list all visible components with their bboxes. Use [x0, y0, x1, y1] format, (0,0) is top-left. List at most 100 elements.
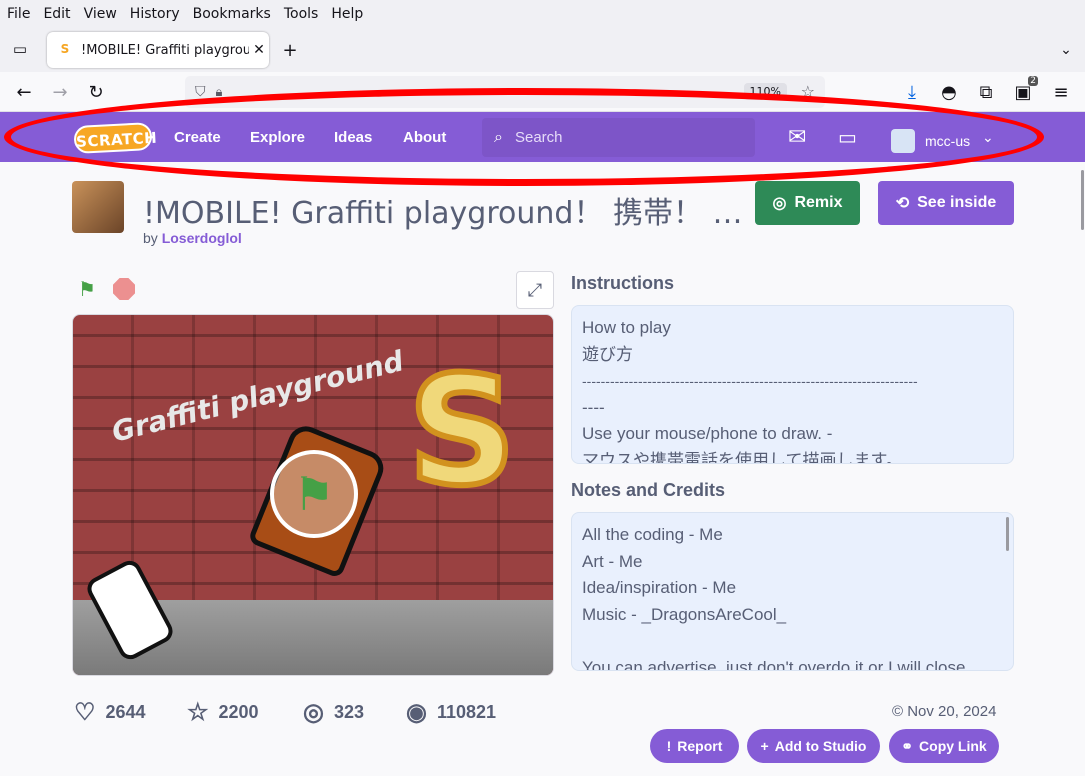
my-stuff-folder-icon[interactable]: ▭: [838, 125, 857, 150]
instructions-line: Use your mouse/phone to draw. -: [582, 424, 833, 443]
menu-bookmarks[interactable]: Bookmarks: [186, 6, 277, 22]
list-tabs-chevron-icon[interactable]: ⌄: [1054, 38, 1078, 62]
forward-icon[interactable]: →: [48, 80, 72, 104]
instructions-line: ----: [582, 397, 605, 417]
nav-create[interactable]: Create: [174, 129, 221, 146]
app-menu-icon[interactable]: ≡: [1049, 80, 1073, 104]
menu-history[interactable]: History: [123, 6, 186, 22]
search-placeholder: Search: [514, 129, 563, 146]
user-avatar[interactable]: [891, 129, 915, 153]
menu-file[interactable]: File: [0, 6, 36, 22]
see-inside-label: See inside: [917, 194, 997, 211]
link-icon: ⚭: [901, 737, 914, 754]
close-tab-icon[interactable]: ✕: [249, 42, 269, 58]
heart-icon: ♡: [74, 699, 96, 726]
remix-icon: ◎: [772, 195, 787, 212]
browser-menubar: File Edit View History Bookmarks Tools H…: [0, 0, 1085, 28]
download-icon[interactable]: ⤓: [900, 80, 924, 104]
nav-ideas[interactable]: Ideas: [334, 129, 372, 146]
nav-explore[interactable]: Explore: [250, 129, 305, 146]
copy-link-button[interactable]: ⚭ Copy Link: [889, 729, 999, 763]
reload-icon[interactable]: ↻: [84, 80, 108, 104]
scratch-logo[interactable]: SCRATCH: [73, 121, 158, 155]
extensions-puzzle-icon[interactable]: ⧉: [974, 80, 998, 104]
see-inside-button[interactable]: ⟲ See inside: [878, 181, 1014, 225]
new-tab-icon[interactable]: +: [278, 38, 302, 62]
bookmark-star-icon[interactable]: ☆: [801, 82, 815, 101]
extension-icon[interactable]: ◓: [937, 80, 961, 104]
byline: by Loserdoglol: [143, 230, 242, 246]
eye-icon: ◉: [406, 699, 427, 726]
page-scrollbar[interactable]: [1081, 170, 1084, 230]
green-flag-icon[interactable]: ⚑: [78, 277, 100, 301]
menu-edit[interactable]: Edit: [36, 6, 76, 22]
notes-scrollbar[interactable]: [1006, 517, 1009, 551]
report-icon: !: [666, 738, 672, 754]
instructions-line: 遊び方: [582, 344, 633, 364]
messages-envelope-icon[interactable]: ✉: [788, 124, 806, 150]
remix-swirl-icon: ◎: [303, 699, 324, 726]
project-title: !MOBILE! Graffiti playground！ 携帯！ …: [143, 196, 743, 231]
add-to-studio-button[interactable]: + Add to Studio: [747, 729, 880, 763]
report-button[interactable]: ! Report: [650, 729, 739, 763]
loves-stat[interactable]: ♡ 2644: [74, 698, 146, 727]
notes-line: You can advertise, just don't overdo it …: [582, 657, 966, 671]
copy-link-label: Copy Link: [919, 738, 987, 754]
scratch-favicon-icon: S: [60, 42, 70, 56]
nav-about[interactable]: About: [403, 129, 446, 146]
notification-badge: 2: [1028, 76, 1038, 86]
menu-help[interactable]: Help: [324, 6, 369, 22]
star-icon: ☆: [187, 699, 209, 726]
url-bar[interactable]: ⛉ 🔒︎ 110% ☆: [185, 76, 825, 108]
stop-sign-icon[interactable]: [113, 278, 135, 300]
remixes-count: 323: [333, 702, 364, 722]
menu-view[interactable]: View: [77, 6, 123, 22]
notifications-icon[interactable]: ▣ 2: [1011, 76, 1038, 104]
author-link[interactable]: Loserdoglol: [162, 230, 242, 246]
scratch-navbar: SCRATCH Create Explore Ideas About ⌕ Sea…: [0, 112, 1085, 162]
search-input[interactable]: ⌕ Search: [482, 118, 755, 157]
username[interactable]: mcc-us: [925, 133, 970, 149]
notes-line: Art - Me: [582, 551, 643, 571]
loves-count: 2644: [105, 702, 146, 722]
project-page: !MOBILE! Graffiti playground！ 携帯！ … by L…: [0, 162, 1085, 776]
graffiti-art: S: [405, 342, 519, 522]
views-stat: ◉ 110821: [406, 698, 496, 727]
see-inside-icon: ⟲: [895, 195, 910, 212]
instructions-line: マウスや携帯電話を使用して描画します。: [582, 450, 903, 464]
account-chevron-down-icon[interactable]: ⌄: [982, 129, 994, 146]
instructions-heading: Instructions: [571, 273, 675, 293]
notes-line: [582, 628, 1003, 655]
browser-navbar: ← → ↻ ⛉ 🔒︎ 110% ☆ ⤓ ◓ ⧉ ▣ 2 ≡: [0, 72, 1085, 112]
shield-icon: ⛉: [195, 84, 206, 100]
fullscreen-icon[interactable]: ⤢: [516, 271, 554, 309]
browser-tab[interactable]: S !MOBILE! Graffiti playgrou ✕: [47, 32, 269, 68]
notes-line: All the coding - Me: [582, 525, 723, 544]
notes-line: Music - _DragonsAreCool_: [582, 604, 787, 624]
notes-line: Idea/inspiration - Me: [582, 578, 737, 597]
instructions-line: ----------------------------------------…: [582, 373, 918, 389]
search-icon: ⌕: [494, 128, 503, 146]
author-avatar[interactable]: [72, 181, 124, 233]
favorites-stat[interactable]: ☆ 2200: [187, 698, 259, 727]
views-count: 110821: [436, 702, 497, 722]
play-flag-overlay-icon[interactable]: ⚑: [270, 450, 358, 538]
instructions-line: How to play: [582, 318, 671, 337]
lock-icon: 🔒︎: [215, 84, 223, 100]
stage-title-art: Graffiti playground: [108, 344, 407, 449]
instructions-box[interactable]: How to play 遊び方 ------------------------…: [571, 305, 1014, 464]
back-icon[interactable]: ←: [12, 80, 36, 104]
remix-label: Remix: [794, 194, 843, 211]
project-stage[interactable]: Graffiti playground S ⚑: [72, 314, 554, 676]
remixes-stat: ◎ 323: [303, 698, 364, 727]
menu-tools[interactable]: Tools: [277, 6, 325, 22]
notes-box[interactable]: All the coding - Me Art - Me Idea/inspir…: [571, 512, 1014, 671]
by-label: by: [143, 230, 158, 246]
remix-button[interactable]: ◎ Remix: [755, 181, 860, 225]
zoom-level[interactable]: 110%: [743, 83, 787, 100]
plus-icon: +: [760, 738, 769, 754]
tab-overview-icon[interactable]: ▭: [8, 37, 32, 61]
report-label: Report: [677, 738, 723, 754]
add-to-studio-label: Add to Studio: [774, 738, 867, 754]
notes-heading: Notes and Credits: [571, 480, 726, 500]
